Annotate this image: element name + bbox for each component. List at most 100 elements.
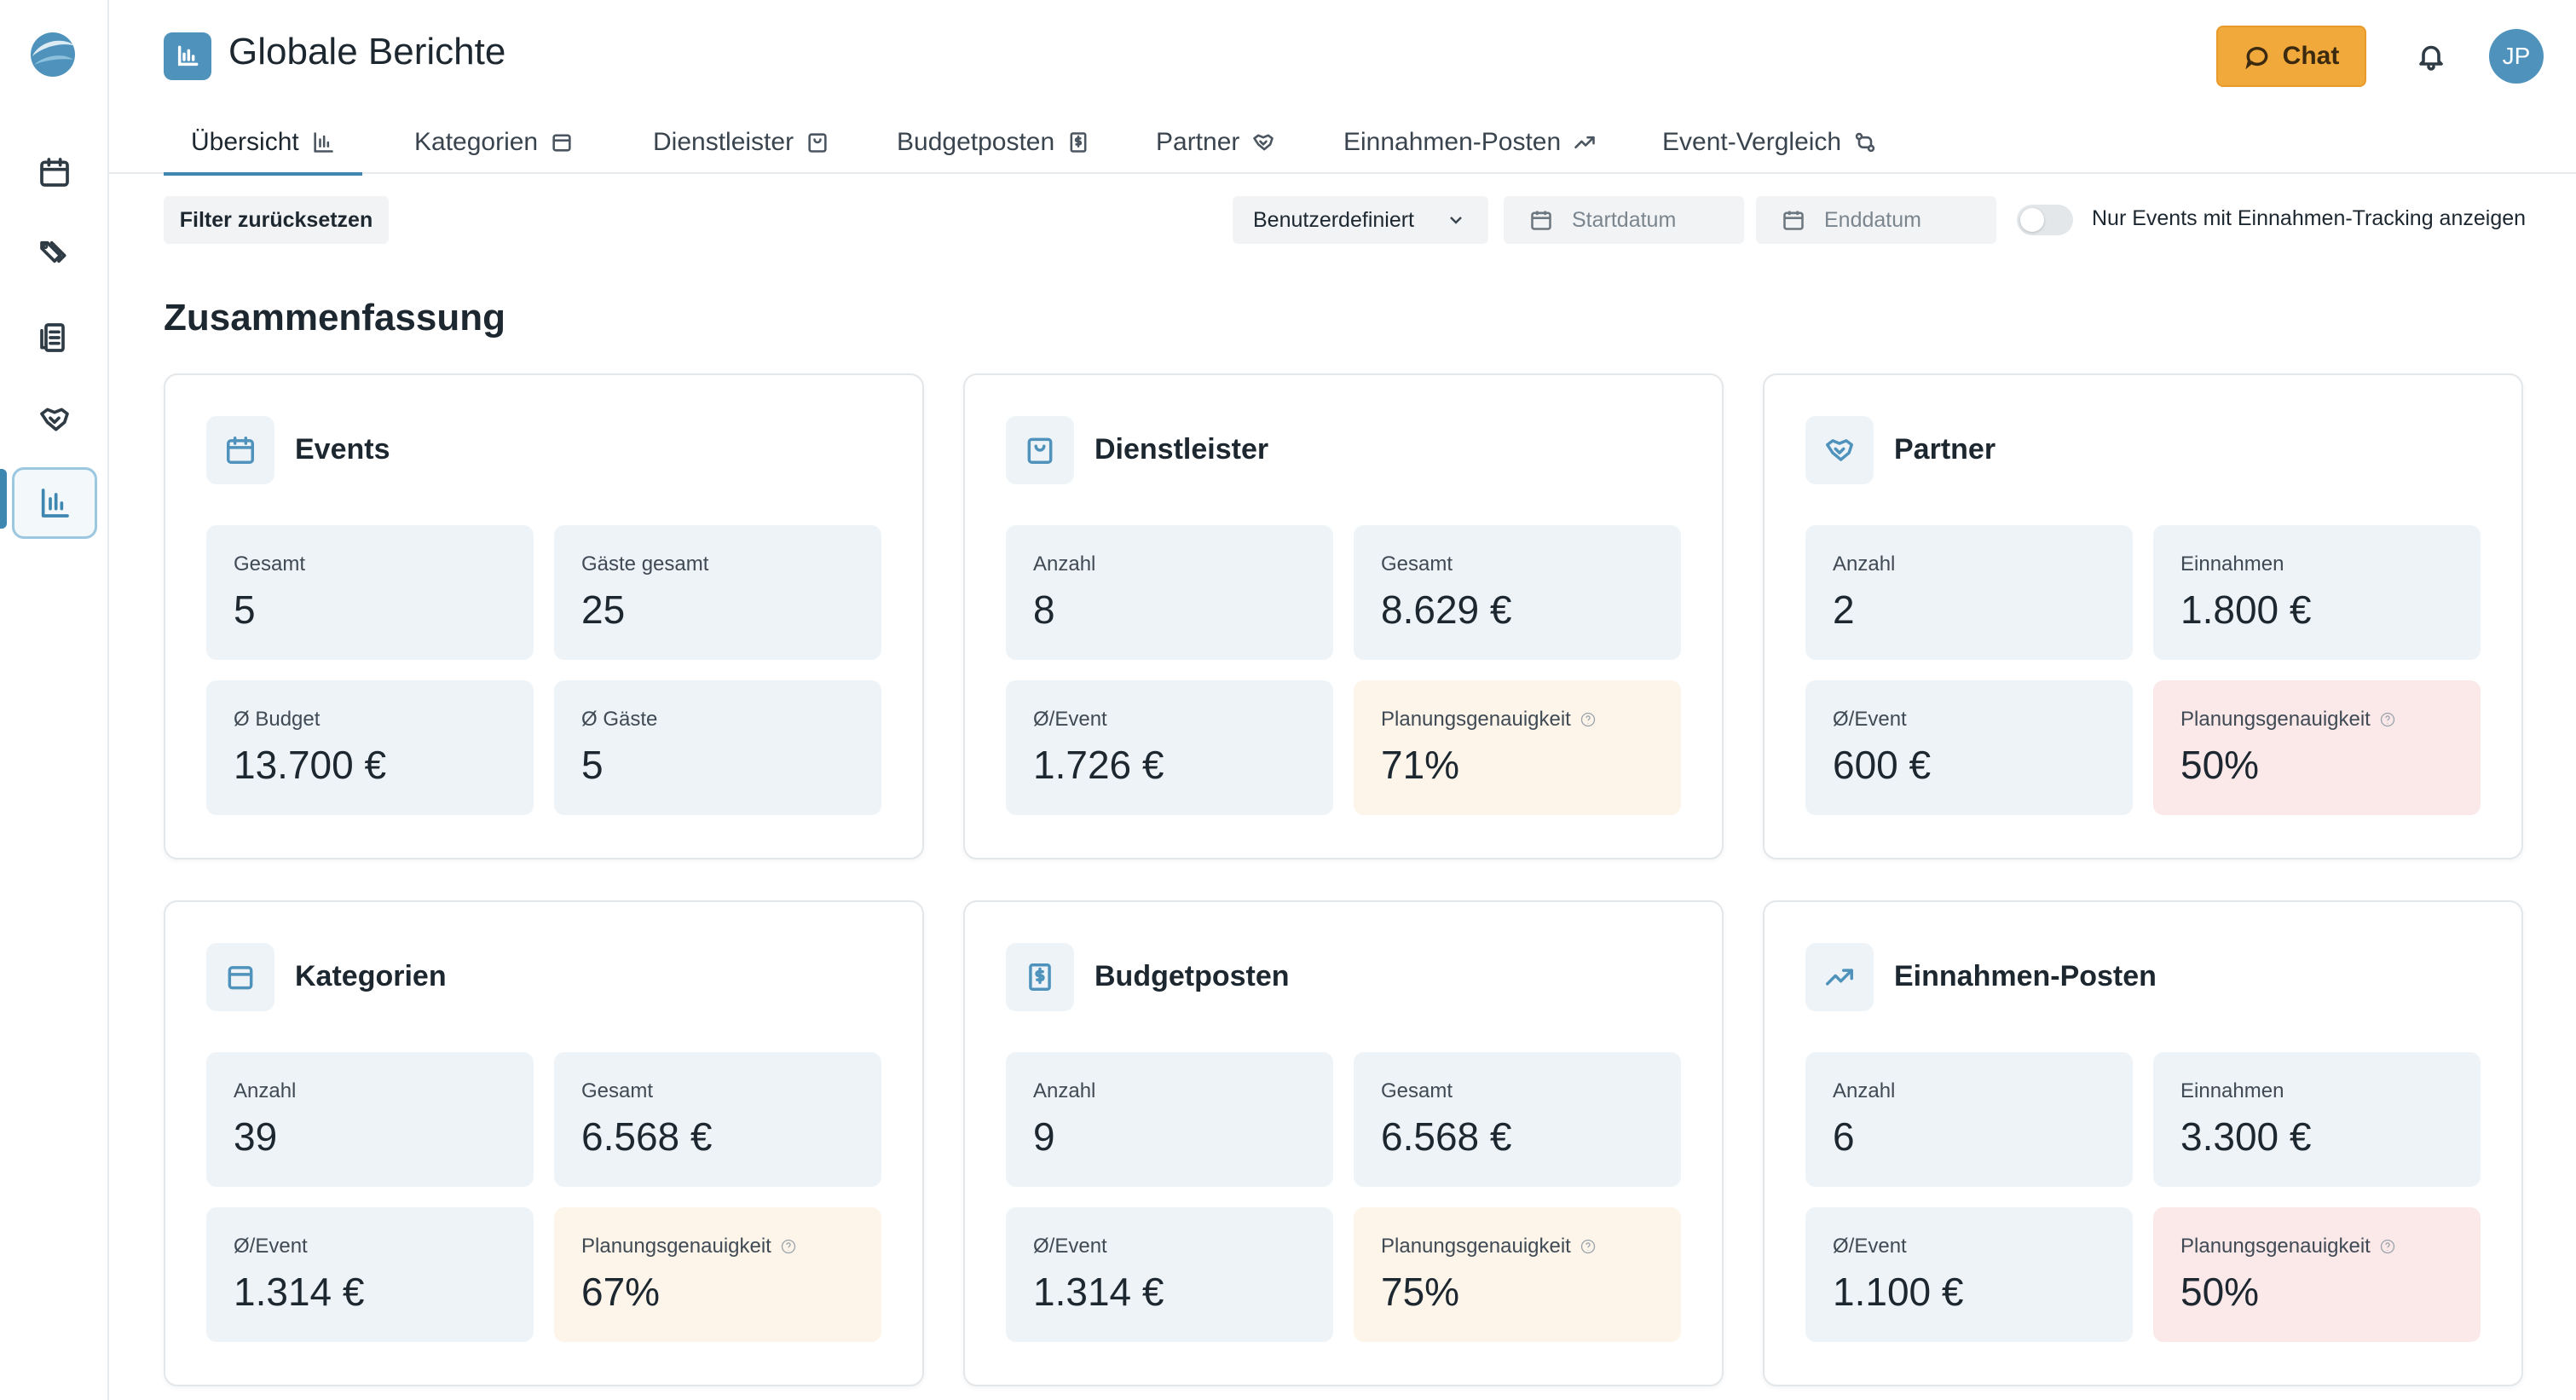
help-icon[interactable]	[1580, 711, 1597, 728]
stat-label-row: Planungsgenauigkeit	[2180, 708, 2396, 732]
avatar[interactable]: JP	[2489, 29, 2544, 84]
stat-label: Ø/Event	[1033, 708, 1107, 731]
toggle-knob	[2020, 208, 2044, 232]
chat-button[interactable]: Chat	[2216, 26, 2366, 87]
bar-chart-icon	[41, 489, 69, 518]
shopping-bag-icon	[1006, 416, 1074, 484]
stat-tile-accuracy: Planungsgenauigkeit 75%	[1354, 1207, 1681, 1342]
tab-budgetposten[interactable]: Budgetposten	[869, 111, 1118, 174]
end-date-placeholder: Enddatum	[1824, 207, 1921, 232]
stat-label: Planungsgenauigkeit	[581, 1235, 771, 1258]
stat-value: 8	[1033, 587, 1055, 632]
active-indicator	[0, 469, 7, 529]
stat-label: Gesamt	[1381, 1079, 1453, 1102]
summary-card-partner: Partner Anzahl 2 Einnahmen 1.800 € Ø/Event…	[1763, 373, 2523, 859]
stat-tile: Gesamt 6.568 €	[554, 1052, 881, 1187]
sidebar-item-documents[interactable]	[12, 302, 97, 373]
card-title: Events	[295, 433, 390, 466]
report-icon	[164, 32, 211, 80]
tab-dienstleister[interactable]: Dienstleister	[626, 111, 857, 174]
stat-value: 25	[581, 587, 626, 632]
stat-value: 1.800 €	[2180, 587, 2312, 632]
stat-value: 6	[1833, 1114, 1855, 1159]
tab-label: Event-Vergleich	[1662, 128, 1842, 156]
stat-tile: Gäste gesamt 25	[554, 525, 881, 660]
help-icon[interactable]	[1580, 1238, 1597, 1255]
sidebar-item-tags[interactable]	[12, 218, 97, 290]
tab-label: Übersicht	[191, 128, 299, 156]
help-icon[interactable]	[780, 1238, 797, 1255]
stat-value: 1.314 €	[1033, 1270, 1164, 1314]
stat-tile: Anzahl 8	[1006, 525, 1333, 660]
sidebar-item-reports[interactable]	[12, 467, 97, 539]
help-icon[interactable]	[2379, 711, 2396, 728]
stat-value: 5	[234, 587, 256, 632]
tab-einnahmen-posten[interactable]: Einnahmen-Posten	[1316, 111, 1624, 174]
end-date-input[interactable]: Enddatum	[1756, 196, 1996, 244]
summary-card-kategorien: Kategorien Anzahl 39 Gesamt 6.568 € Ø/Even…	[164, 900, 924, 1386]
chat-button-label: Chat	[2282, 42, 2340, 70]
stat-label: Planungsgenauigkeit	[1381, 708, 1571, 731]
handshake-icon	[40, 408, 69, 431]
sidebar-item-events[interactable]	[12, 136, 97, 208]
handshake-icon	[1253, 134, 1274, 151]
sidebar-item-partner[interactable]	[12, 384, 97, 455]
help-icon[interactable]	[2379, 1238, 2396, 1255]
stat-value: 1.314 €	[234, 1270, 365, 1314]
stat-tile: Ø/Event 600 €	[1805, 680, 2133, 815]
stat-label: Ø/Event	[1833, 1235, 1907, 1258]
bell-icon[interactable]	[2416, 41, 2446, 72]
stat-tile: Gesamt 6.568 €	[1354, 1052, 1681, 1187]
revenue-tracking-toggle[interactable]	[2017, 205, 2073, 235]
stat-label: Gäste gesamt	[581, 552, 709, 576]
stat-label: Gesamt	[581, 1079, 654, 1102]
tab-kategorien[interactable]: Kategorien	[387, 111, 601, 174]
stat-label: Anzahl	[234, 1079, 297, 1102]
tags-icon	[40, 240, 66, 263]
start-date-input[interactable]: Startdatum	[1504, 196, 1744, 244]
section-title: Zusammenfassung	[164, 297, 505, 338]
shopping-bag-icon	[808, 133, 827, 153]
tab-label: Budgetposten	[897, 128, 1055, 156]
chevron-down-icon	[1450, 217, 1462, 224]
stat-label: Planungsgenauigkeit	[2180, 708, 2371, 731]
summary-card-budgetposten: Budgetposten Anzahl 9 Gesamt 6.568 € Ø/Eve…	[963, 900, 1724, 1386]
tab-label: Partner	[1156, 128, 1240, 156]
stat-value: 2	[1833, 587, 1855, 632]
calendar-icon	[1531, 211, 1551, 230]
stat-tile: Ø/Event 1.314 €	[206, 1207, 534, 1342]
compare-icon	[1855, 132, 1875, 153]
stat-value: 6.568 €	[581, 1114, 713, 1159]
stat-tile: Ø Budget 13.700 €	[206, 680, 534, 815]
stat-tile-accuracy: Planungsgenauigkeit 50%	[2153, 680, 2481, 815]
stat-tile: Ø Gäste 5	[554, 680, 881, 815]
stat-value: 5	[581, 743, 604, 787]
trending-up-icon	[1574, 136, 1595, 149]
stat-label: Anzahl	[1833, 552, 1896, 576]
tab-label: Kategorien	[414, 128, 539, 156]
tab-partner[interactable]: Partner	[1129, 111, 1302, 174]
stat-label: Gesamt	[1381, 552, 1453, 576]
start-date-placeholder: Startdatum	[1572, 207, 1677, 232]
summary-card-dienstleister: Dienstleister Anzahl 8 Gesamt 8.629 € Ø/Ev…	[963, 373, 1724, 859]
toggle-label: Nur Events mit Einnahmen-Tracking anzeig…	[2092, 206, 2527, 230]
stat-tile: Ø/Event 1.314 €	[1006, 1207, 1333, 1342]
stat-label: Ø/Event	[1033, 1235, 1107, 1258]
card-title: Dienstleister	[1095, 433, 1269, 466]
tab-bar: Übersicht Kategorien Dienstleister Budge…	[109, 111, 2576, 176]
stat-value: 71%	[1381, 743, 1460, 787]
summary-card-einnahmen-posten: Einnahmen-Posten Anzahl 6 Einnahmen 3.300 …	[1763, 900, 2523, 1386]
archive-icon	[206, 943, 274, 1011]
tab-uebersicht[interactable]: Übersicht	[164, 111, 362, 176]
stat-label-row: Planungsgenauigkeit	[2180, 1235, 2396, 1258]
archive-icon	[552, 134, 571, 152]
stat-value: 39	[234, 1114, 278, 1159]
app-logo-icon[interactable]	[29, 31, 77, 78]
stat-value: 600 €	[1833, 743, 1932, 787]
tab-event-vergleich[interactable]: Event-Vergleich	[1635, 111, 1904, 174]
stat-tile: Anzahl 9	[1006, 1052, 1333, 1187]
date-range-select[interactable]: Benutzerdefiniert	[1233, 196, 1488, 244]
summary-card-events: Events Gesamt 5 Gäste gesamt 25 Ø Budget 13…	[164, 373, 924, 859]
stat-value: 50%	[2180, 1270, 2260, 1314]
reset-filters-button[interactable]: Filter zurücksetzen	[164, 196, 389, 244]
